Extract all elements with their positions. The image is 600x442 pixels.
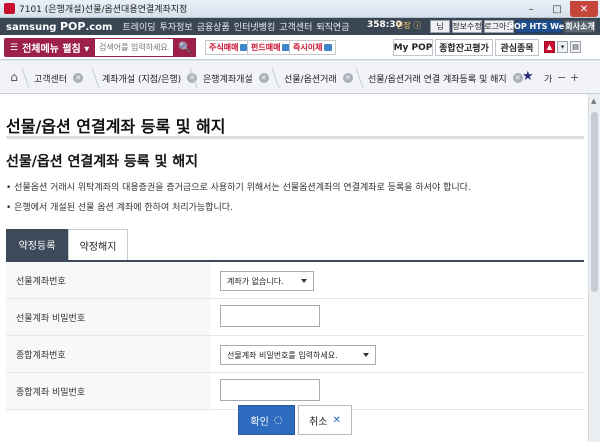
zoom-in-icon[interactable]: + [570, 71, 579, 84]
title-divider [6, 136, 584, 139]
close-tab-icon[interactable]: ✕ [258, 73, 269, 83]
scroll-up-icon[interactable]: ▲ [544, 41, 555, 53]
brand-bar: samsung POP.com 트레이딩 투자정보 금융상품 인터넷뱅킹 고객센… [0, 18, 600, 35]
search-icon[interactable]: 🔍 [174, 38, 196, 57]
form-row-general-password: 종합계좌 비밀번호 [6, 373, 584, 410]
field-label: 종합계좌번호 [6, 336, 211, 372]
list-view-icon[interactable]: ▤ [570, 41, 581, 53]
general-account-select[interactable]: 선물계좌 비밀번호를 입력하세요. [220, 345, 376, 365]
menu-icon: ☰ [10, 42, 19, 53]
notice-line: • 선물옵션 거래시 위탁계좌의 대용증권을 증거금으로 사용하기 위해서는 선… [6, 183, 471, 193]
window-titlebar: 7101 (은행개설)선물/옵션대용연결계좌지정 – □ ✕ [0, 0, 600, 18]
form-row-futures-account: 선물계좌번호 계좌가 없습니다. [6, 262, 584, 299]
general-password-input[interactable] [220, 379, 320, 401]
nav-trading[interactable]: 트레이딩 [122, 20, 155, 33]
maximize-icon[interactable]: □ [544, 1, 570, 17]
minimize-icon[interactable]: – [518, 1, 544, 17]
tab-account-opening[interactable]: 계좌개설 (지점/은행) ✕ [96, 68, 198, 88]
tab-futures-options[interactable]: 선물/옵션거래 ✕ [278, 68, 353, 88]
zoom-out-icon[interactable]: − [557, 71, 566, 84]
field-label: 선물계좌번호 [6, 262, 211, 298]
notice-line: • 은행에서 개설된 선물 옵션 계좌에 한하여 처리가능합니다. [6, 203, 233, 213]
confirm-button[interactable]: 확인 ◌ [238, 405, 295, 435]
tab-linked-account[interactable]: 선물/옵션거래 연결 계좌등록 및 해지 ✕ [362, 68, 523, 88]
my-pop-button[interactable]: My POP [393, 39, 433, 56]
scrollbar-thumb[interactable] [591, 112, 598, 292]
favorite-star-icon[interactable]: ★ [522, 69, 534, 84]
futures-account-select[interactable]: 계좌가 없습니다. [220, 271, 314, 291]
all-menu-button[interactable]: ☰ 전체메뉴 펼침 ▾ [4, 38, 94, 57]
nav-customer-center[interactable]: 고객센터 [279, 20, 312, 33]
samsung-pop-logo[interactable]: samsung POP.com [6, 20, 112, 33]
close-icon: ✕ [332, 414, 341, 426]
close-tab-icon[interactable]: ✕ [342, 73, 353, 83]
global-nav: 트레이딩 투자정보 금융상품 인터넷뱅킹 고객센터 퇴직연금 [122, 20, 353, 33]
menu-bar: ☰ 전체메뉴 펼침 ▾ 🔍 주식매매 펀드매매 즉시이체 My POP 종합잔고… [0, 35, 600, 60]
field-label: 선물계좌 비밀번호 [6, 299, 211, 335]
close-window-icon[interactable]: ✕ [570, 1, 598, 17]
field-label: 종합계좌 비밀번호 [6, 373, 211, 409]
quick-transfer[interactable]: 즉시이체 [289, 40, 337, 55]
form-row-general-account: 종합계좌번호 선물계좌 비밀번호를 입력하세요. [6, 336, 584, 373]
edit-info-button[interactable]: 정보수정 [452, 20, 482, 33]
dropdown-icon[interactable]: ▾ [557, 41, 568, 53]
breadcrumb-tabs: ⌂ 고객센터 ✕ 계좌개설 (지점/은행) ✕ 은행계좌개설 ✕ 선물/옵션거래 ✕ 선… [0, 61, 600, 94]
watchlist-button[interactable]: 관심종목 [495, 39, 539, 56]
all-menu-label: 전체메뉴 펼침 ▾ [22, 44, 90, 55]
balance-eval-button[interactable]: 종합잔고평가 [435, 39, 493, 56]
company-intro-button[interactable]: 회사소개 [564, 20, 596, 33]
nav-invest-info[interactable]: 투자정보 [160, 20, 193, 33]
chevron-down-icon [301, 279, 307, 283]
tab-bank-account[interactable]: 은행계좌개설 ✕ [197, 68, 269, 88]
pop-hts-button[interactable]: POP HTS Web [508, 20, 570, 33]
tab-terminate[interactable]: 약정해지 [68, 229, 128, 260]
futures-password-input[interactable] [220, 305, 320, 327]
user-name: 님 [430, 20, 450, 33]
section-title: 선물/옵션 연결계좌 등록 및 해지 [6, 154, 199, 170]
vertical-scrollbar[interactable]: ▲ [588, 94, 600, 442]
extend-session-button[interactable]: 연장 ⓘ [396, 20, 421, 31]
monitor-icon [324, 44, 333, 51]
search-input[interactable] [94, 38, 174, 57]
tab-register[interactable]: 약정등록 [6, 229, 68, 260]
close-tab-icon[interactable]: ✕ [73, 73, 84, 83]
quick-fund-trade[interactable]: 펀드매매 [247, 40, 295, 55]
cancel-button[interactable]: 취소 ✕ [298, 405, 352, 435]
scroll-up-arrow-icon[interactable]: ▲ [591, 97, 596, 105]
tab-customer-center[interactable]: 고객센터 ✕ [28, 68, 84, 88]
window-title: 7101 (은행개설)선물/옵션대용연결계좌지정 [19, 5, 188, 15]
font-size-label: 가 [544, 75, 553, 85]
nav-pension[interactable]: 퇴직연금 [316, 20, 349, 33]
nav-internet-banking[interactable]: 인터넷뱅킹 [234, 20, 275, 33]
chevron-down-icon [363, 353, 369, 357]
page-title: 선물/옵션 연결계좌 등록 및 해지 [6, 117, 226, 136]
form-row-futures-password: 선물계좌 비밀번호 [6, 299, 584, 336]
nav-products[interactable]: 금융상품 [197, 20, 230, 33]
main-content: 선물/옵션 연결계좌 등록 및 해지 선물/옵션 연결계좌 등록 및 해지 • … [0, 94, 588, 442]
app-icon [4, 3, 15, 14]
quick-stock-trade[interactable]: 주식매매 [205, 40, 253, 55]
loading-icon: ◌ [273, 414, 283, 426]
